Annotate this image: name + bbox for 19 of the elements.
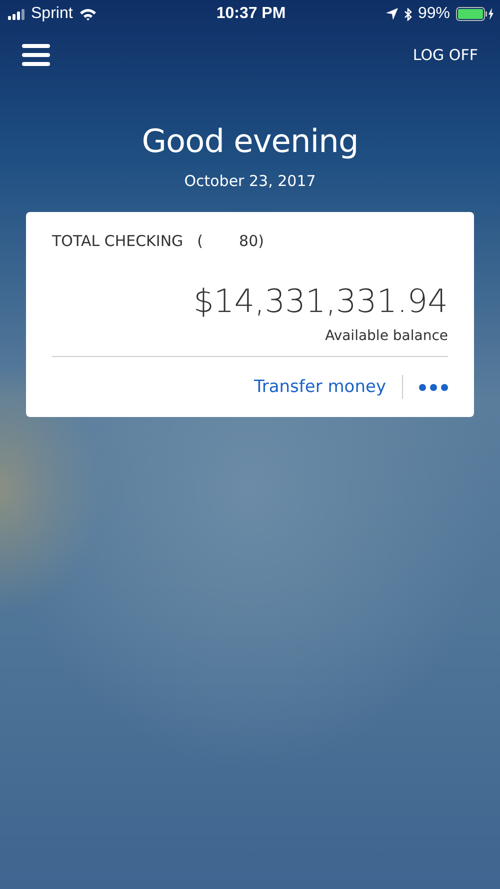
greeting-title: Good evening: [140, 122, 360, 160]
carrier-name: Sprint: [31, 5, 73, 23]
battery-charging-icon: [456, 7, 494, 21]
battery-percent: 99%: [418, 5, 450, 23]
account-number-part: (: [197, 232, 204, 250]
balance-amount: $14,331,331.94: [192, 282, 448, 320]
clock-time: 10:37 PM: [216, 5, 286, 23]
menu-icon[interactable]: [22, 44, 50, 66]
bluetooth-icon: [404, 8, 412, 20]
signal-icon: [8, 8, 25, 20]
transfer-money-link[interactable]: Transfer money: [254, 377, 386, 397]
log-off-link[interactable]: LOG OFF: [412, 46, 478, 64]
greeting-date: October 23, 2017: [183, 172, 317, 190]
wifi-icon: [78, 8, 97, 20]
balance-label: Available balance: [324, 328, 448, 344]
location-arrow-icon: [386, 8, 398, 20]
account-name[interactable]: TOTAL CHECKING: [52, 232, 184, 250]
account-number-part: 80): [239, 232, 264, 250]
more-options-icon[interactable]: [419, 384, 448, 390]
